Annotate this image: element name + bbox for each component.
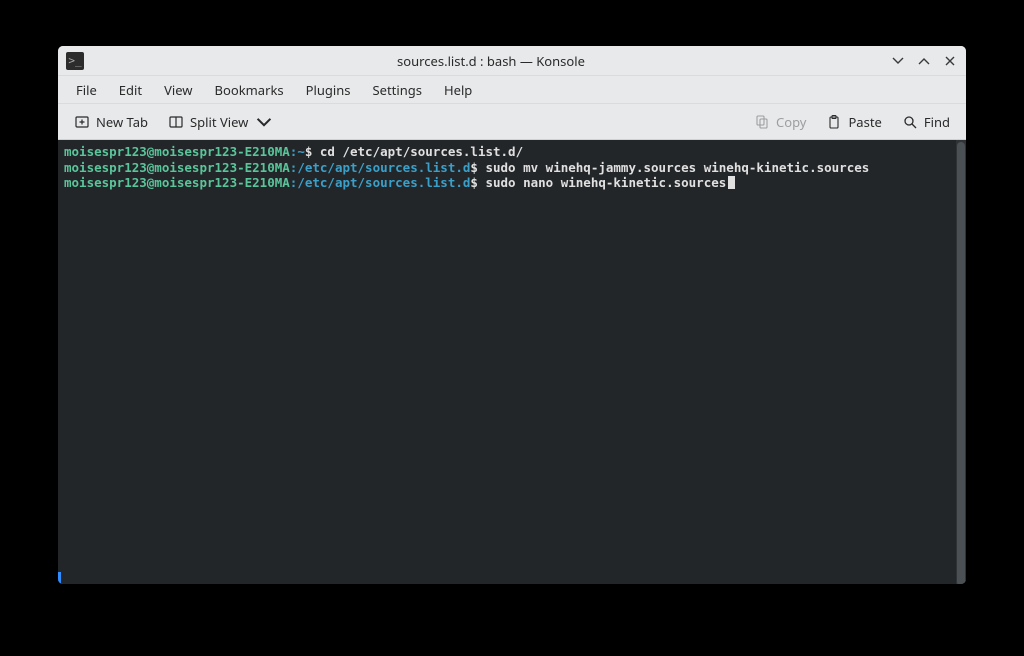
terminal-line: moisespr123@moisespr123-E210MA:/etc/apt/…	[64, 175, 950, 191]
new-tab-button[interactable]: New Tab	[66, 109, 156, 135]
copy-button[interactable]: Copy	[746, 109, 814, 135]
find-label: Find	[924, 113, 950, 131]
app-icon: >_	[66, 52, 84, 70]
close-icon	[944, 55, 956, 67]
maximize-button[interactable]	[916, 53, 932, 69]
split-view-icon	[168, 114, 184, 130]
chevron-down-icon	[256, 114, 272, 130]
paste-icon	[826, 114, 842, 130]
menu-plugins[interactable]: Plugins	[296, 78, 361, 102]
scrollbar[interactable]	[956, 140, 966, 584]
titlebar: >_ sources.list.d : bash — Konsole	[58, 46, 966, 76]
window-title: sources.list.d : bash — Konsole	[92, 52, 890, 70]
chevron-up-icon	[918, 55, 930, 67]
copy-label: Copy	[776, 113, 806, 131]
menu-edit[interactable]: Edit	[109, 78, 152, 102]
window-controls	[890, 53, 958, 69]
close-button[interactable]	[942, 53, 958, 69]
menu-help[interactable]: Help	[434, 78, 482, 102]
minimize-button[interactable]	[890, 53, 906, 69]
konsole-window: >_ sources.list.d : bash — Konsole File …	[58, 46, 966, 584]
menu-file[interactable]: File	[66, 78, 107, 102]
toolbar: New Tab Split View Copy Paste Find	[58, 104, 966, 140]
terminal[interactable]: moisespr123@moisespr123-E210MA:~$ cd /et…	[58, 140, 956, 584]
scrollbar-thumb[interactable]	[957, 142, 965, 584]
active-tab-indicator	[58, 572, 61, 584]
new-tab-label: New Tab	[96, 113, 148, 131]
new-tab-icon	[74, 114, 90, 130]
copy-icon	[754, 114, 770, 130]
terminal-line: moisespr123@moisespr123-E210MA:/etc/apt/…	[64, 160, 950, 176]
paste-label: Paste	[848, 113, 881, 131]
menu-settings[interactable]: Settings	[363, 78, 432, 102]
terminal-area: moisespr123@moisespr123-E210MA:~$ cd /et…	[58, 140, 966, 584]
terminal-cursor	[728, 176, 735, 189]
split-view-button[interactable]: Split View	[160, 109, 280, 135]
menu-view[interactable]: View	[154, 78, 202, 102]
terminal-line: moisespr123@moisespr123-E210MA:~$ cd /et…	[64, 144, 950, 160]
split-view-label: Split View	[190, 113, 248, 131]
paste-button[interactable]: Paste	[818, 109, 889, 135]
find-button[interactable]: Find	[894, 109, 958, 135]
find-icon	[902, 114, 918, 130]
menu-bookmarks[interactable]: Bookmarks	[205, 78, 294, 102]
chevron-down-icon	[892, 55, 904, 67]
menubar: File Edit View Bookmarks Plugins Setting…	[58, 76, 966, 104]
